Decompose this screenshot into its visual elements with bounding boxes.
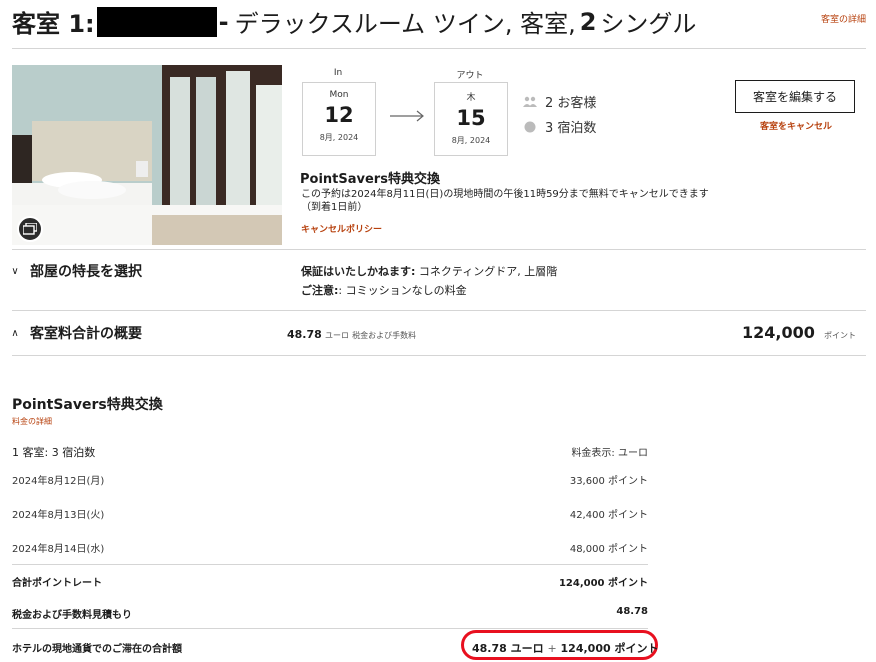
title-dash: - [218, 7, 229, 36]
night-points: 48,000 ポイント [569, 544, 648, 555]
checkin-month-year: 8月, 2024 [319, 133, 359, 142]
preference-guaranteed: 保証はいたしかねます: コネクティングドア, 上層階 [301, 263, 557, 279]
room-number: 客室 1: [12, 10, 95, 38]
chevron-up-icon: ∧ [11, 327, 19, 339]
checkout-date-box: 木 15 8月, 2024 [434, 82, 508, 156]
summary-euro-unit: ユーロ [324, 331, 349, 340]
preference-notice: ご注意:: コミッションなしの料金 [301, 282, 467, 298]
night-points: 42,400 ポイント [569, 510, 648, 521]
checkin-date-box: Mon 12 8月, 2024 [302, 82, 376, 156]
room-bed-count: 2 [579, 7, 597, 36]
summary-euro-note: 税金および手数料 [352, 331, 417, 340]
divider [12, 564, 648, 565]
checkin-label: In [333, 68, 343, 78]
moon-icon [524, 121, 536, 132]
checkout-day: 15 [456, 106, 486, 130]
guaranteed-label: 保証はいたしかねます: [301, 265, 416, 278]
rate-title: PointSavers特典交換 [300, 172, 440, 187]
nights-info: 3 宿泊数 [523, 117, 596, 136]
total-rate-value: 124,000 ポイント [558, 578, 648, 589]
notice-value: : コミッションなしの料金 [338, 284, 467, 297]
tax-label: 税金および手数料見積もり [12, 610, 132, 621]
cancel-room-link[interactable]: 客室をキャンセル [760, 119, 832, 132]
summary-points-amount: 124,000 [742, 323, 815, 342]
room-photo[interactable] [12, 65, 282, 245]
breakdown-title: PointSavers特典交換 [12, 397, 163, 413]
divider [12, 355, 866, 356]
redacted-block [96, 6, 217, 37]
guaranteed-value: コネクティングドア, 上層階 [415, 265, 558, 278]
grand-total-value: 48.78 ユーロ + 124,000 ポイント [472, 640, 658, 656]
cancellation-info: この予約は2024年8月11日(日)の現地時間の午後11時59分まで無料でキャン… [301, 188, 709, 214]
night-row: 2024年8月13日(火) 42,400 ポイント [12, 506, 648, 521]
room-bed-type: シングル [600, 10, 697, 38]
room-title: 客室 1: - デラックスルーム ツイン, 客室, 2 シングル [12, 4, 696, 39]
summary-euro: 48.78 ユーロ 税金および手数料 [287, 328, 416, 341]
checkin-dow: Mon [329, 90, 349, 100]
room-name: デラックスルーム ツイン, 客室, [234, 10, 576, 38]
nights-count: 3 宿泊数 [545, 121, 597, 136]
breakdown-subtitle: 料金の詳細 [12, 417, 52, 426]
preferences-toggle[interactable]: ∨ 部屋の特長を選択 [10, 261, 142, 281]
checkout-dow: 木 [466, 93, 476, 103]
night-row: 2024年8月14日(水) 48,000 ポイント [12, 540, 648, 555]
checkin-day: 12 [324, 103, 354, 127]
grand-total-euro: 48.78 ユーロ [472, 642, 544, 655]
cancellation-text: この予約は2024年8月11日(日)の現地時間の午後11時59分まで無料でキャン… [301, 189, 709, 200]
divider [12, 628, 648, 629]
tax-row: 税金および手数料見積もり 48.78 [12, 606, 648, 621]
edit-room-button[interactable]: 客室を編集する [735, 80, 855, 113]
notice-label: ご注意: [301, 284, 339, 297]
summary-points-unit: ポイント [823, 331, 856, 340]
divider [12, 310, 866, 311]
tax-value: 48.78 [616, 606, 648, 617]
night-date: 2024年8月13日(火) [12, 510, 105, 521]
grand-total-plus: + [547, 642, 557, 655]
preferences-title: 部屋の特長を選択 [30, 264, 142, 280]
guests-icon [523, 96, 537, 107]
divider [12, 48, 866, 49]
night-row: 2024年8月12日(月) 33,600 ポイント [12, 472, 648, 487]
night-points: 33,600 ポイント [569, 476, 648, 487]
grand-total-points: 124,000 ポイント [560, 642, 659, 655]
checkout-month-year: 8月, 2024 [451, 136, 491, 145]
night-date: 2024年8月12日(月) [12, 476, 105, 487]
total-rate-row: 合計ポイントレート 124,000 ポイント [12, 574, 648, 589]
rooms-nights: 1 客室: 3 宿泊数 [12, 446, 96, 459]
night-date: 2024年8月14日(水) [12, 544, 105, 555]
currency-display: 料金表示: ユーロ [571, 448, 648, 459]
cancel-policy-link[interactable]: キャンセルポリシー [301, 222, 382, 235]
summary-points: 124,000 ポイント [742, 323, 856, 342]
guests-info: 2 お客様 [523, 92, 596, 111]
divider [12, 249, 866, 250]
breakdown-header-row: 1 客室: 3 宿泊数 料金表示: ユーロ [12, 444, 648, 460]
summary-euro-amount: 48.78 [287, 328, 322, 341]
summary-title: 客室料合計の概要 [30, 326, 142, 342]
grand-total-label: ホテルの現地通貨でのご滞在の合計額 [12, 644, 182, 655]
room-details-link[interactable]: 客室の詳細 [821, 12, 866, 25]
total-rate-label: 合計ポイントレート [12, 578, 102, 589]
arrow-right-icon [390, 110, 424, 122]
summary-toggle[interactable]: ∧ 客室料合計の概要 [10, 323, 142, 343]
cancellation-note: （到着1日前） [301, 202, 368, 213]
gallery-icon[interactable] [17, 216, 43, 242]
checkout-label: アウト [456, 71, 484, 81]
chevron-down-icon: ∨ [11, 265, 19, 277]
guests-count: 2 お客様 [545, 96, 597, 111]
